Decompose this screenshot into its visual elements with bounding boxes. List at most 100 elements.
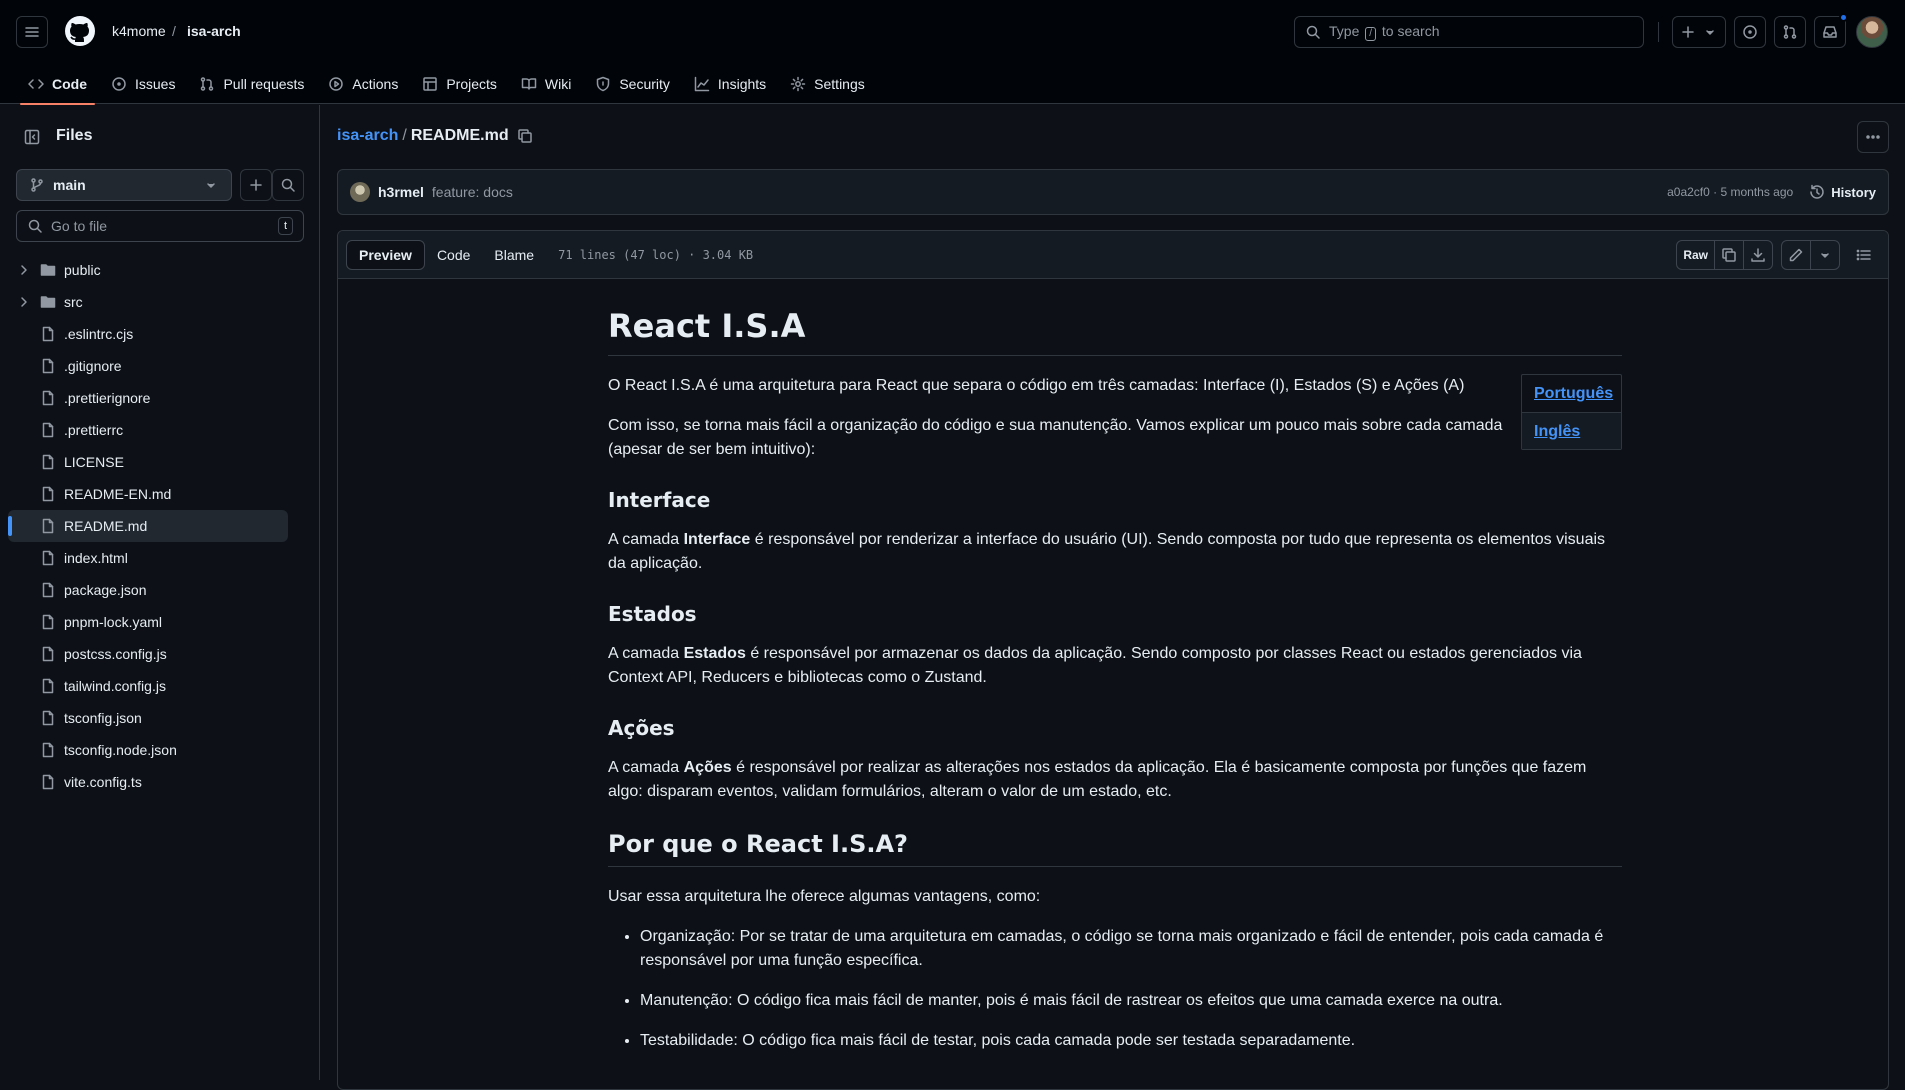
more-options-button[interactable] [1857,121,1889,153]
branch-selector[interactable]: main [16,169,232,201]
files-heading: Files [56,127,93,144]
tab-settings[interactable]: Settings [778,64,877,104]
tree-file[interactable]: .prettierignore [8,382,288,414]
file-content-box: Preview Code Blame 71 lines (47 loc) · 3… [337,230,1889,1090]
edit-options-button[interactable] [1811,241,1839,269]
view-mode-switch: Preview Code Blame [346,239,546,270]
tree-item-label: public [64,262,101,278]
tree-file[interactable]: pnpm-lock.yaml [8,606,288,638]
code-view-button[interactable]: Code [425,240,482,270]
repo-link[interactable]: isa-arch [187,23,241,39]
tab-code[interactable]: Code [16,64,99,105]
file-info: 71 lines (47 loc) · 3.04 KB [558,247,754,262]
tree-file[interactable]: tailwind.config.js [8,670,288,702]
tab-label: Security [619,76,670,92]
tree-folder[interactable]: public [8,254,288,286]
create-new-button[interactable] [1672,16,1726,48]
tab-wiki[interactable]: Wiki [509,64,583,104]
breadcrumb-repo-link[interactable]: isa-arch [337,127,398,145]
commit-author[interactable]: h3rmel [378,184,424,200]
tree-file[interactable]: package.json [8,574,288,606]
tree-item-label: postcss.config.js [64,646,167,662]
blame-button[interactable]: Blame [482,240,546,270]
language-link-english[interactable]: Inglês [1522,412,1621,449]
raw-button[interactable]: Raw [1677,240,1715,269]
tree-file[interactable]: .eslintrc.cjs [8,318,288,350]
user-avatar[interactable] [1856,16,1888,48]
add-file-button[interactable] [240,169,272,201]
download-button[interactable] [1744,241,1772,269]
file-tree: public src .eslintrc.cjs .gitignore .prettie… [8,254,288,798]
file-tree-sidebar: Files main Go to file t public src .eslint… [0,105,320,1080]
tree-file[interactable]: .gitignore [8,350,288,382]
edit-button[interactable] [1782,240,1811,269]
section-heading: Interface [608,488,711,512]
language-link-portuguese[interactable]: Português [1522,375,1621,412]
outline-button[interactable] [1848,240,1880,270]
history-button[interactable]: History [1809,184,1876,200]
tree-folder[interactable]: src [8,286,288,318]
edit-group [1781,239,1840,270]
header-divider [1658,22,1659,42]
tab-actions[interactable]: Actions [316,64,410,104]
commit-meta[interactable]: a0a2cf0 · 5 months ago [1667,185,1793,199]
search-input[interactable]: Type / to search [1294,16,1644,48]
inbox-icon [1823,26,1837,38]
section-heading: Ações [608,716,675,740]
github-logo-icon[interactable] [64,15,96,47]
breadcrumb-file-name: README.md [410,127,509,144]
menu-button[interactable] [16,16,48,48]
tree-item-label: LICENSE [64,454,124,470]
file-icon [42,774,54,790]
tree-file[interactable]: vite.config.ts [8,766,288,798]
tab-label: Actions [352,76,399,92]
collapse-sidebar-button[interactable] [16,121,48,153]
book-icon [521,78,537,90]
search-icon [281,178,295,192]
commit-message[interactable]: feature: docs [432,184,513,200]
tab-projects[interactable]: Projects [410,64,509,104]
go-to-file-placeholder: Go to file [51,218,108,234]
section-heading: Por que o React I.S.A? [608,830,1622,867]
tree-file[interactable]: LICENSE [8,446,288,478]
triangle-down-icon [207,183,215,188]
tree-item-label: tsconfig.json [64,710,142,726]
tree-file[interactable]: tsconfig.json [8,702,288,734]
plus-icon [1681,26,1694,38]
tree-file[interactable]: postcss.config.js [8,638,288,670]
your-issues-button[interactable] [1734,16,1766,48]
readme-paragraph: O React I.S.A é uma arquitetura para Rea… [608,377,1465,394]
tab-security[interactable]: Security [583,64,682,104]
copy-raw-button[interactable] [1715,240,1744,269]
hamburger-icon [25,27,39,37]
copy-icon[interactable] [517,128,533,144]
tree-file[interactable]: README.md [8,510,288,542]
list-item: Manutenção: O código fica mais fácil de … [640,989,1622,1013]
tree-file[interactable]: .prettierrc [8,414,288,446]
commit-author-avatar[interactable] [350,182,370,202]
branch-name: main [53,177,86,193]
history-label: History [1831,184,1876,200]
triangle-down-icon [1706,30,1715,35]
tab-pull-requests[interactable]: Pull requests [187,64,316,104]
copy-icon [1722,247,1736,262]
tree-file[interactable]: tsconfig.node.json [8,734,288,766]
owner-link[interactable]: k4mome [112,23,166,39]
language-table: Português Inglês [1521,374,1622,450]
readme-paragraph: Com isso, se torna mais fácil a organiza… [608,417,1503,458]
sidebar-collapse-icon [24,129,40,145]
list-item: Organização: Por se tratar de uma arquit… [640,925,1622,973]
your-pull-requests-button[interactable] [1774,16,1806,48]
section-heading: Estados [608,602,697,626]
tab-insights[interactable]: Insights [682,64,778,104]
tree-item-label: vite.config.ts [64,774,142,790]
go-to-file-input[interactable]: Go to file t [16,210,304,242]
tree-file[interactable]: index.html [8,542,288,574]
tree-file[interactable]: README-EN.md [8,478,288,510]
file-icon [42,390,54,406]
repo-nav: Code Issues Pull requests Actions Projec… [16,64,877,105]
preview-button[interactable]: Preview [346,239,425,270]
tree-item-label: .eslintrc.cjs [64,326,134,342]
search-code-button[interactable] [272,169,304,201]
tab-issues[interactable]: Issues [99,64,187,104]
